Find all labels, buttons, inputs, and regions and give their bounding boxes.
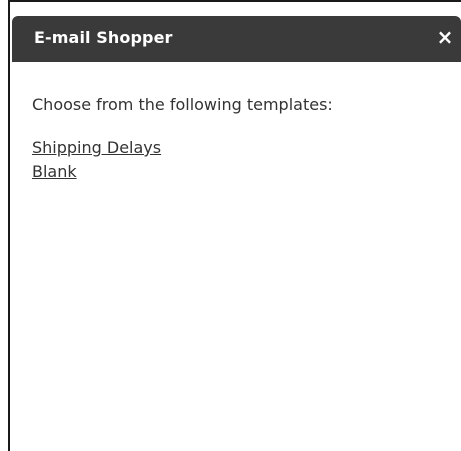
dialog-body: Choose from the following templates: Shi… [32, 94, 452, 184]
dialog-title: E-mail Shopper [34, 28, 173, 47]
close-icon[interactable]: × [435, 26, 455, 48]
templates-prompt: Choose from the following templates: [32, 95, 333, 114]
template-link-shipping-delays[interactable]: Shipping Delays [32, 136, 452, 160]
email-shopper-dialog: E-mail Shopper × Choose from the followi… [8, 0, 461, 451]
dialog-titlebar: E-mail Shopper × [12, 16, 461, 62]
template-link-blank[interactable]: Blank [32, 160, 452, 184]
